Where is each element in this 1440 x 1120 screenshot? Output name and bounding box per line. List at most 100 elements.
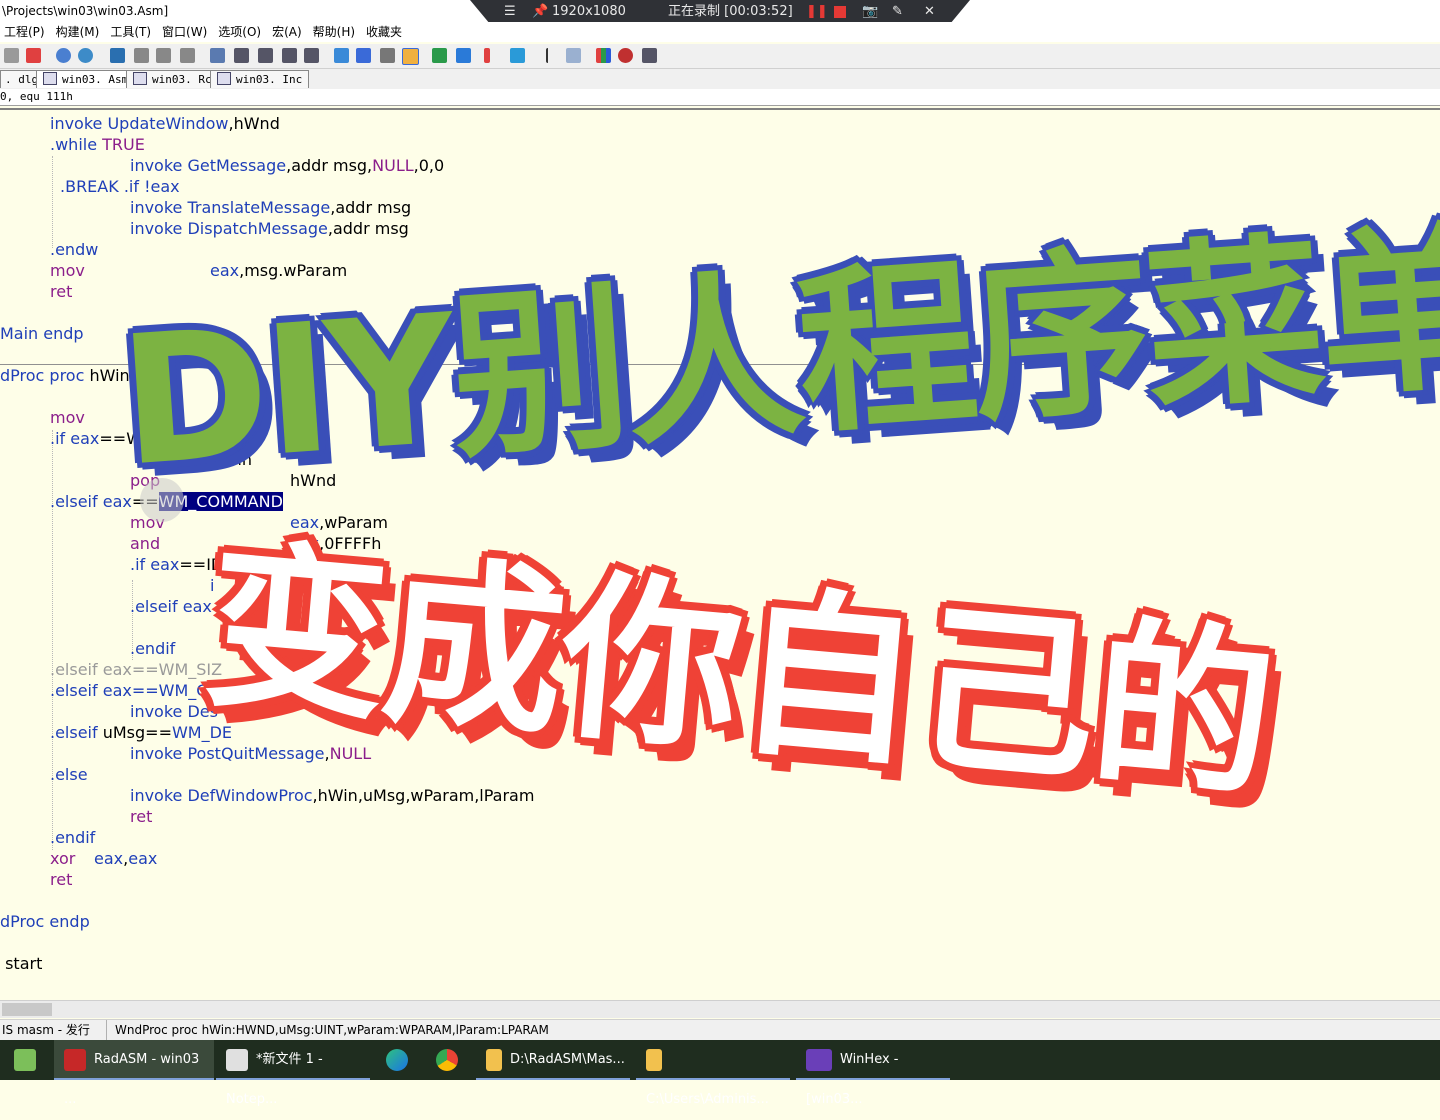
uncomment-icon[interactable]: [304, 48, 319, 63]
close-icon[interactable]: ✕: [924, 0, 935, 24]
taskbar-folder-radasm[interactable]: D:\RadASM\Mas...: [476, 1040, 630, 1080]
property-line: 0, equ 111h: [0, 89, 1440, 106]
code-line: .elseif eax: [130, 597, 212, 616]
folder-icon: [486, 1048, 502, 1071]
resource-icon[interactable]: [356, 48, 371, 63]
menu-tools[interactable]: 工具(T): [106, 22, 158, 42]
code-line: .BREAK .if !eax: [60, 177, 180, 196]
find-icon[interactable]: [56, 48, 71, 63]
code-line: .else: [50, 765, 88, 784]
tab-win03-asm[interactable]: win03. Asm: [36, 70, 136, 88]
preview-icon[interactable]: [642, 48, 657, 63]
hamburger-icon[interactable]: ☰: [504, 0, 516, 24]
replace-icon[interactable]: [78, 48, 93, 63]
clear-bookmarks-icon[interactable]: [180, 48, 195, 63]
window-icon[interactable]: [566, 48, 581, 63]
code-line: xor: [50, 849, 76, 868]
code-line: .endw: [50, 240, 99, 259]
code-line: .elseif eax==WM_SIZ: [50, 660, 223, 679]
window-title: \Projects\win03\win03.Asm]: [2, 4, 169, 18]
camera-icon[interactable]: 📷: [862, 0, 878, 24]
code-line: invoke GetMessage,addr msg,NULL,0,0: [130, 156, 445, 175]
taskbar-chrome[interactable]: [436, 1040, 466, 1080]
taskbar-notepad[interactable]: *新文件 1 - Notep...: [216, 1040, 370, 1107]
prev-bookmark-icon[interactable]: [156, 48, 171, 63]
chrome-icon: [436, 1048, 458, 1071]
menu-favorites[interactable]: 收藏夹: [362, 22, 409, 42]
tools-icon[interactable]: [380, 48, 395, 63]
code-line: .elseif eax==WM_CL: [50, 681, 217, 700]
toolbar: [0, 44, 1440, 69]
taskbar-edge[interactable]: [386, 1040, 416, 1080]
exclamation-icon[interactable]: [484, 48, 490, 63]
pause-icon[interactable]: ❚❚: [806, 0, 828, 24]
menu-build[interactable]: 构建(M): [52, 22, 107, 42]
code-line: .while TRUE: [50, 135, 145, 154]
code-line: mov: [50, 261, 85, 280]
go-icon[interactable]: [456, 48, 471, 63]
menu-window[interactable]: 窗口(W): [158, 22, 214, 42]
code-line: Main endp: [0, 324, 84, 343]
stop-icon[interactable]: [834, 6, 846, 18]
menu-help[interactable]: 帮助(H): [309, 22, 362, 42]
pin-icon[interactable]: 📌: [532, 0, 548, 24]
code-line: .if eax==ID: [130, 555, 224, 574]
menu-macro[interactable]: 宏(A): [268, 22, 309, 42]
winhex-icon: [806, 1048, 832, 1071]
code-line: dProc endp: [0, 912, 90, 931]
code-line: ret: [50, 282, 73, 301]
status-proc-signature: WndProc proc hWin:HWND,uMsg:UINT,wParam:…: [106, 1020, 549, 1041]
cursor-icon[interactable]: [546, 48, 552, 63]
code-line: invoke TranslateMessage,addr msg: [130, 198, 412, 217]
code-line: dProc proc hWin:: [0, 366, 136, 385]
code-line: start: [0, 954, 43, 973]
recorder-resolution: 1920x1080: [552, 4, 626, 19]
menu-project[interactable]: 工程(P): [0, 22, 52, 42]
color-icon[interactable]: [596, 48, 611, 63]
delete-icon[interactable]: [26, 48, 41, 63]
dialog-icon[interactable]: [334, 48, 349, 63]
bookmark-icon[interactable]: [110, 48, 125, 63]
menu-bar: 工程(P) 构建(M) 工具(T) 窗口(W) 选项(O) 宏(A) 帮助(H) 收藏夹: [0, 22, 1440, 42]
indent-icon[interactable]: [234, 48, 249, 63]
build-icon[interactable]: [432, 48, 447, 63]
code-line: eax,eax: [94, 849, 158, 868]
tab-win03-inc[interactable]: win03. Inc: [210, 70, 310, 88]
highlight-icon[interactable]: [402, 48, 419, 65]
folder-icon: [646, 1048, 662, 1071]
undo-icon[interactable]: [4, 48, 19, 63]
run-icon[interactable]: [510, 48, 525, 63]
tab-win03-rc[interactable]: win03. Rc: [126, 70, 219, 88]
taskbar: RadASM - win03 ... *新文件 1 - Notep... D:\…: [0, 1040, 1440, 1107]
taskbar-radasm[interactable]: RadASM - win03 ...: [54, 1040, 214, 1107]
horizontal-scrollbar[interactable]: [0, 1000, 1440, 1018]
taskbar-winhex[interactable]: WinHex - [win03...: [796, 1040, 950, 1107]
file-tab-bar: . dlg win03. Asm win03. Rc win03. Inc: [0, 69, 1440, 89]
property-text: 0, equ 111h: [0, 90, 73, 103]
code-line: ret: [50, 870, 73, 889]
status-build-mode: IS masm - 发行: [2, 1023, 90, 1037]
code-line: .endif: [50, 828, 96, 847]
code-line: invoke UpdateWindow,hWnd: [50, 114, 280, 133]
recorder-status: 正在录制 [00:03:52]: [668, 4, 793, 19]
outdent-icon[interactable]: [258, 48, 273, 63]
app-icon: [14, 1048, 36, 1071]
radasm-icon: [64, 1048, 86, 1071]
next-bookmark-icon[interactable]: [134, 48, 149, 63]
scrollbar-thumb[interactable]: [2, 1003, 52, 1016]
pen-icon[interactable]: ✎: [892, 0, 903, 24]
screen-recorder-bar: ☰ 📌 1920x1080 正在录制 [00:03:52] ❚❚ 📷 ✎ ✕: [470, 0, 970, 24]
copy-icon[interactable]: [210, 48, 225, 63]
code-line: mov: [50, 408, 85, 427]
code-line: .endif: [130, 639, 176, 658]
notepad-icon: [226, 1048, 248, 1071]
asm-file-icon: [43, 72, 57, 85]
rc-file-icon: [133, 72, 147, 85]
palette-icon[interactable]: [618, 48, 633, 63]
taskbar-folder-users[interactable]: C:\Users\Adminis...: [636, 1040, 790, 1107]
status-bar: IS masm - 发行 WndProc proc hWin:HWND,uMsg…: [0, 1019, 1440, 1041]
edge-icon: [386, 1048, 408, 1071]
menu-options[interactable]: 选项(O): [214, 22, 268, 42]
taskbar-app[interactable]: [14, 1040, 44, 1080]
comment-icon[interactable]: [282, 48, 297, 63]
